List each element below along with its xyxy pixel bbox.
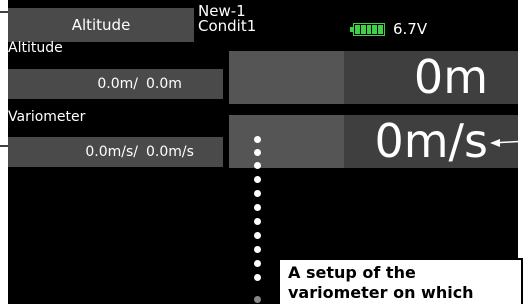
- variometer-reset-button[interactable]: 0.0m/s/ 0.0m/s: [8, 137, 223, 167]
- callout-line-2: variometer on which: [288, 283, 474, 302]
- altitude-display: 0m: [229, 51, 518, 104]
- variometer-big-value: 0m/s: [374, 115, 488, 168]
- altitude-big-value: 0m: [413, 51, 488, 104]
- altitude-value-2: 0.0m: [146, 76, 182, 92]
- variometer-value-1: 0.0m/s/: [85, 144, 138, 160]
- screen-title-button[interactable]: Altitude: [8, 8, 194, 42]
- battery-voltage: 6.7V: [393, 20, 428, 38]
- altitude-value-1: 0.0m/: [97, 76, 138, 92]
- condition-name: Condit1: [198, 17, 257, 35]
- leader-dot: [254, 162, 261, 169]
- leader-dot: [254, 232, 261, 239]
- callout-line-1: A setup of the: [288, 263, 416, 282]
- altitude-label: Altitude: [8, 40, 63, 56]
- model-info: New-1 Condit1: [198, 4, 256, 34]
- leader-dot: [254, 136, 261, 143]
- leader-dot: [254, 296, 261, 303]
- callout-note: A setup of the variometer on which: [278, 258, 523, 304]
- leader-dot: [254, 204, 261, 211]
- leader-dot: [254, 190, 261, 197]
- leader-dot: [254, 176, 261, 183]
- battery-icon: [350, 23, 385, 36]
- variometer-value-2: 0.0m/s: [146, 144, 194, 160]
- leader-dot: [254, 246, 261, 253]
- altitude-reset-button[interactable]: 0.0m/ 0.0m: [8, 69, 223, 99]
- leader-dot: [254, 218, 261, 225]
- manual-figure: Altitude New-1 Condit1 6.7V Altitude 0.0…: [0, 0, 527, 304]
- variometer-display[interactable]: 0m/s: [229, 115, 518, 168]
- variometer-label: Variometer: [8, 109, 86, 125]
- leader-dot: [254, 260, 261, 267]
- leader-dot: [254, 149, 261, 156]
- leader-dot: [254, 274, 261, 281]
